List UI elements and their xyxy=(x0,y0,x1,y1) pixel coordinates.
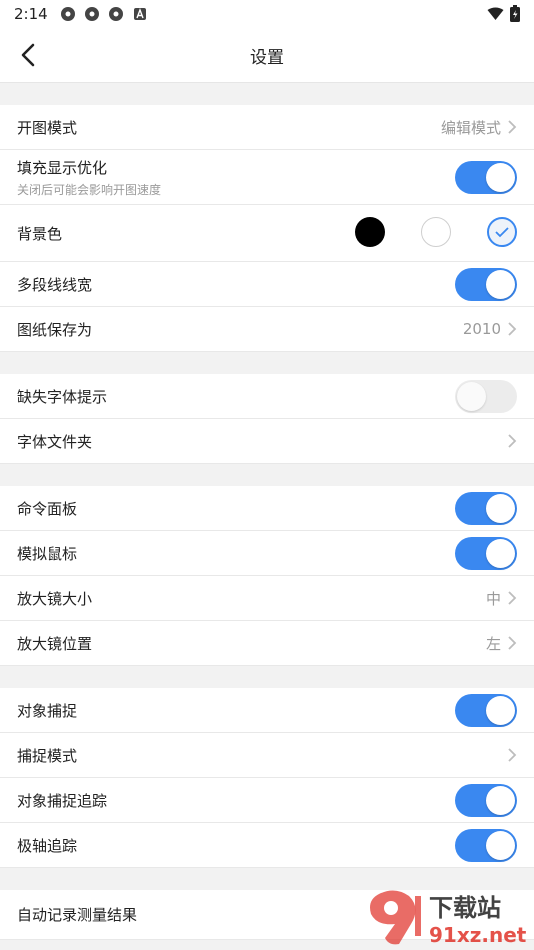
open-mode-label: 开图模式 xyxy=(17,118,78,137)
magnifier-pos-value: 左 xyxy=(485,634,501,653)
section-gap xyxy=(0,83,534,105)
app-notification-icon xyxy=(108,7,123,21)
row-polyline-width: 多段线线宽 xyxy=(0,262,534,307)
section-gap xyxy=(0,464,534,486)
row-background-color: 背景色 xyxy=(0,205,534,262)
chevron-right-icon xyxy=(508,591,517,605)
cmd-panel-toggle[interactable] xyxy=(455,491,517,525)
battery-icon xyxy=(510,5,520,22)
bg-color-white-option[interactable] xyxy=(421,217,451,247)
row-polar-tracking: 极轴追踪 xyxy=(0,823,534,868)
watermark-logo: 下载站 91xz.net xyxy=(370,890,527,947)
bg-color-label: 背景色 xyxy=(17,224,63,243)
snap-track-label: 对象捕捉追踪 xyxy=(17,791,108,810)
polyline-width-label: 多段线线宽 xyxy=(17,275,93,294)
open-mode-value: 编辑模式 xyxy=(440,118,501,137)
status-time: 2:14 xyxy=(14,5,48,23)
chevron-right-icon xyxy=(508,322,517,336)
row-fill-optimization: 填充显示优化 关闭后可能会影响开图速度 xyxy=(0,150,534,205)
snap-mode-label: 捕捉模式 xyxy=(17,746,78,765)
sim-mouse-label: 模拟鼠标 xyxy=(17,544,78,563)
row-snap-tracking: 对象捕捉追踪 xyxy=(0,778,534,823)
chevron-right-icon xyxy=(508,434,517,448)
status-bar: 2:14 xyxy=(0,0,534,28)
fill-opt-toggle[interactable] xyxy=(455,160,517,194)
page-title: 设置 xyxy=(250,47,284,68)
polyline-width-toggle[interactable] xyxy=(455,267,517,301)
row-magnifier-position[interactable]: 放大镜位置 左 xyxy=(0,621,534,666)
missing-font-label: 缺失字体提示 xyxy=(17,387,108,406)
magnifier-size-label: 放大镜大小 xyxy=(17,589,93,608)
polar-track-toggle[interactable] xyxy=(455,828,517,862)
missing-font-toggle[interactable] xyxy=(455,379,517,413)
bg-color-selected-option[interactable] xyxy=(487,217,517,247)
magnifier-pos-label: 放大镜位置 xyxy=(17,634,93,653)
fill-opt-hint: 关闭后可能会影响开图速度 xyxy=(17,182,162,197)
status-right xyxy=(487,5,520,22)
font-folder-label: 字体文件夹 xyxy=(17,432,93,451)
app-header: 设置 xyxy=(0,28,534,83)
chevron-right-icon xyxy=(508,636,517,650)
sim-mouse-toggle[interactable] xyxy=(455,536,517,570)
fill-opt-label: 填充显示优化 xyxy=(17,158,108,177)
save-as-label: 图纸保存为 xyxy=(17,320,93,339)
chevron-right-icon xyxy=(508,120,517,134)
row-font-folder[interactable]: 字体文件夹 xyxy=(0,419,534,464)
row-missing-font: 缺失字体提示 xyxy=(0,374,534,419)
row-magnifier-size[interactable]: 放大镜大小 中 xyxy=(0,576,534,621)
watermark-brand: 下载站 xyxy=(429,894,501,922)
back-arrow-icon[interactable] xyxy=(14,40,44,70)
save-as-value: 2010 xyxy=(462,320,501,338)
row-snap-mode[interactable]: 捕捉模式 xyxy=(0,733,534,778)
bg-color-black-option[interactable] xyxy=(355,217,385,247)
auto-record-label: 自动记录测量结果 xyxy=(17,906,138,924)
row-object-snap: 对象捕捉 xyxy=(0,688,534,733)
row-save-as[interactable]: 图纸保存为 2010 xyxy=(0,307,534,352)
polar-track-label: 极轴追踪 xyxy=(17,836,78,855)
watermark-domain: 91xz.net xyxy=(429,923,527,947)
bg-color-options xyxy=(355,217,517,247)
app-notification-icon xyxy=(60,7,75,21)
check-icon xyxy=(495,227,509,238)
obj-snap-label: 对象捕捉 xyxy=(17,701,78,720)
row-open-mode[interactable]: 开图模式 编辑模式 xyxy=(0,105,534,150)
chevron-right-icon xyxy=(508,748,517,762)
snap-track-toggle[interactable] xyxy=(455,783,517,817)
app-notification-icon xyxy=(84,7,99,21)
section-gap xyxy=(0,352,534,374)
section-gap xyxy=(0,666,534,688)
cmd-panel-label: 命令面板 xyxy=(17,499,78,518)
wifi-icon xyxy=(487,7,504,20)
magnifier-size-value: 中 xyxy=(485,589,501,608)
obj-snap-toggle[interactable] xyxy=(455,693,517,727)
row-simulated-mouse: 模拟鼠标 xyxy=(0,531,534,576)
row-command-panel: 命令面板 xyxy=(0,486,534,531)
a-notification-icon xyxy=(133,8,146,20)
